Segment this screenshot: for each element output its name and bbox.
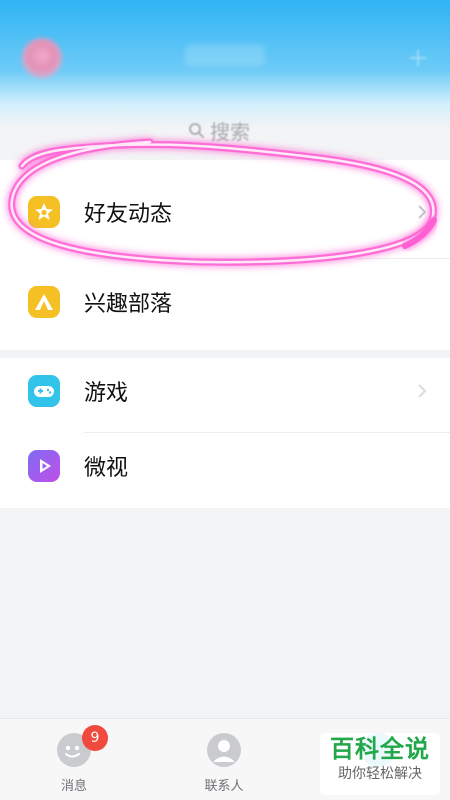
chevron-right-icon [418, 205, 427, 219]
unread-badge: 9 [82, 725, 108, 751]
chevron-right-icon [418, 384, 427, 398]
plus-icon[interactable]: + [406, 45, 430, 71]
menu-item-label: 兴趣部落 [84, 292, 173, 317]
header-title-blurred [185, 44, 265, 66]
menu-item-label: 微视 [84, 456, 129, 481]
menu-item-label: 游戏 [84, 381, 129, 406]
search-label: 搜索 [210, 119, 250, 144]
menu-item-label: 好友动态 [84, 202, 173, 227]
menu-item-friend-feed[interactable]: 好友动态 [0, 176, 450, 248]
top-header: + [0, 0, 450, 128]
menu-item-games[interactable]: 游戏 [0, 355, 450, 427]
tab-label: 联系人 [204, 779, 244, 794]
avatar[interactable] [22, 38, 62, 78]
tab-label: 消息 [60, 779, 87, 794]
tab-contacts[interactable]: 联系人 [184, 731, 264, 795]
tent-icon [28, 286, 60, 318]
menu-item-weishi[interactable]: 微视 [0, 430, 450, 502]
search-icon [189, 123, 204, 138]
search-bar[interactable]: 搜索 [188, 116, 250, 144]
watermark-logo: 百科全说 助你轻松解决 [320, 733, 440, 795]
watermark-title: 百科全说 [330, 735, 430, 763]
divider [84, 258, 450, 259]
gamepad-icon [28, 375, 60, 407]
menu-item-interest-tribe[interactable]: 兴趣部落 [0, 266, 450, 338]
contacts-icon [207, 733, 241, 767]
star-icon [28, 196, 60, 228]
tab-messages[interactable]: 9 消息 [34, 725, 114, 795]
play-icon [28, 450, 60, 482]
watermark-subtitle: 助你轻松解决 [338, 766, 422, 782]
